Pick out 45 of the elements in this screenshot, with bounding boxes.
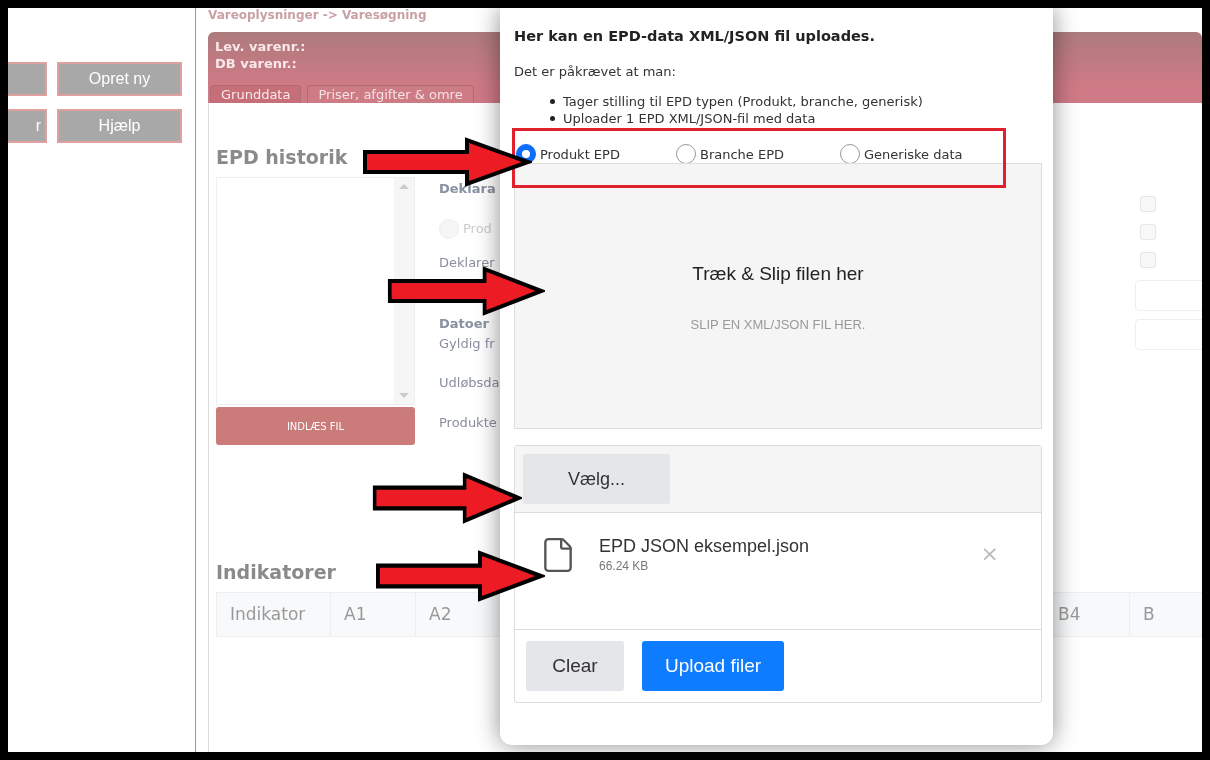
drop-zone-hint: SLIP EN XML/JSON FIL HER. [690,315,866,334]
input-field[interactable] [1135,280,1202,311]
bullet-text: Uploader 1 EPD XML/JSON-fil med data [563,110,816,128]
load-file-button[interactable]: INDLÆS FIL [216,407,415,445]
breadcrumb: Vareoplysninger -> Varesøgning [208,8,427,22]
field-label: Produkte [439,413,498,432]
bullet-text: Tager stilling til EPD typen (Produkt, branche, generisk) [563,93,923,111]
file-name: EPD JSON eksempel.json [599,535,810,558]
drop-zone-title: Træk & Slip filen her [692,262,864,287]
drop-zone[interactable]: Træk & Slip filen her SLIP EN XML/JSON FIL HER. [514,163,1042,430]
sidebar-button[interactable]: Hjælp [57,109,182,143]
input-field[interactable] [1135,319,1202,350]
column-header: B [1129,593,1202,636]
tab[interactable]: Priser, afgifter & omre [307,85,474,103]
field-label: Deklarer [439,253,496,272]
radio-label[interactable]: Generiske data [864,144,963,164]
dialog-text: Det er påkrævet at man: [514,62,676,81]
sidebar-button[interactable] [8,62,47,96]
dialog-title: Her kan en EPD-data XML/JSON fil uploades. [514,27,875,46]
radio-button[interactable] [840,144,860,165]
field-heading: Deklara [439,180,497,198]
section-title: EPD historik [216,145,348,169]
bullet-icon [550,116,555,122]
clear-button[interactable]: Clear [526,641,624,692]
field-label: Udløbsda [439,374,499,392]
column-header: Indikator [217,593,331,636]
upload-button[interactable]: Upload filer [642,641,784,692]
sidebar-button[interactable]: Opret ny [57,62,182,96]
sidebar-button[interactable]: r [8,109,47,143]
section-title: Indikatorer [216,560,336,584]
radio-label[interactable]: Produkt EPD [540,144,620,164]
choose-file-button[interactable]: Vælg... [523,454,670,505]
checkbox[interactable] [1140,196,1156,212]
field-label: Gyldig fr [439,334,496,353]
radio-button[interactable] [676,144,696,165]
bullet-icon [550,99,555,105]
header-label: Lev. varenr.: [215,38,306,55]
checkbox[interactable] [1140,252,1156,268]
radio-label[interactable]: Branche EPD [700,144,785,164]
file-size: 66.24 KB [599,558,650,576]
field-heading: Datoer [439,315,490,333]
tab[interactable]: Grunddata [210,85,302,103]
column-header: A1 [331,593,416,636]
checkbox[interactable] [1140,224,1156,240]
header-label: DB varenr.: [215,55,297,72]
